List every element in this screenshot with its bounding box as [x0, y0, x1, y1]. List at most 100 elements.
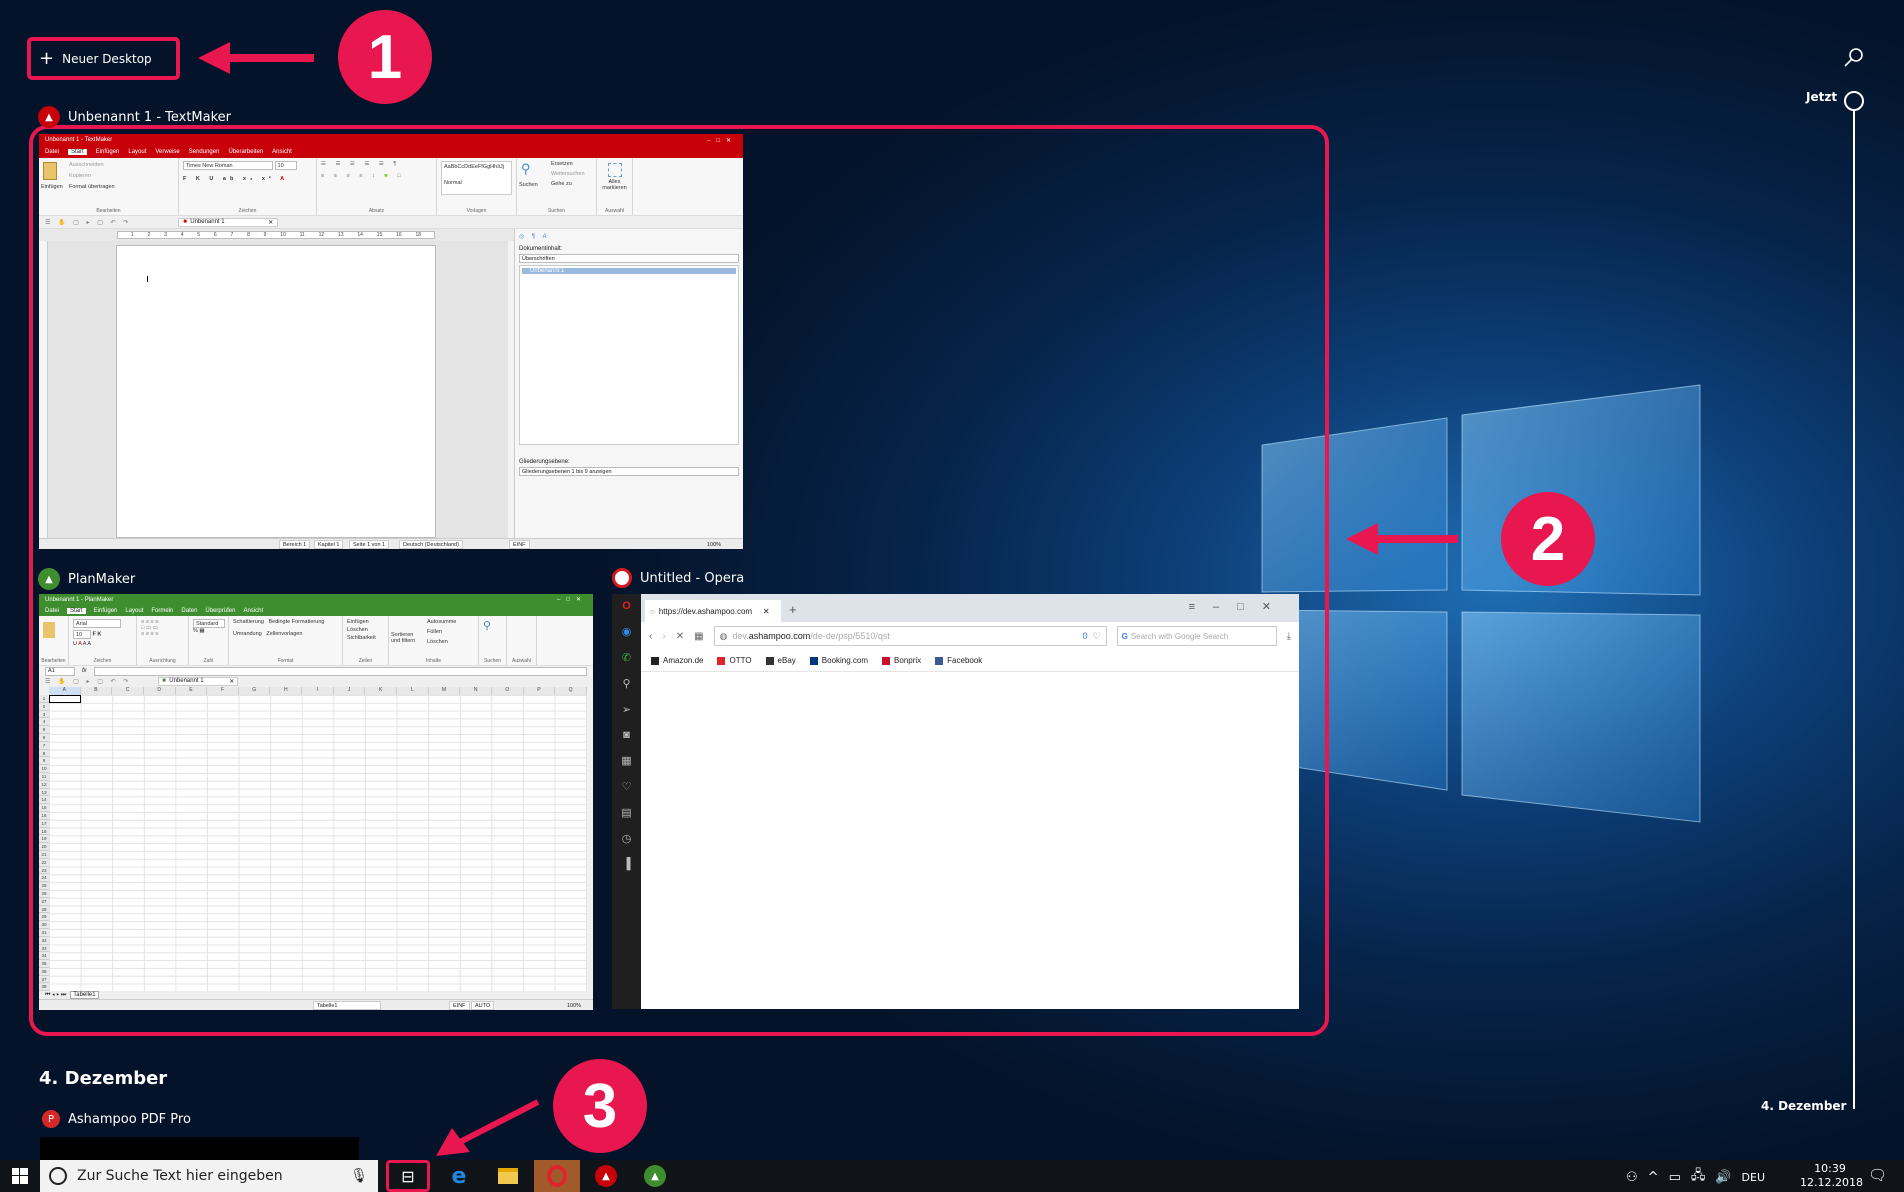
bookmark-item[interactable]: Facebook	[935, 656, 982, 665]
column-header[interactable]: F	[207, 687, 239, 695]
ribbon-tab[interactable]: Sendungen	[189, 149, 220, 155]
taskbar-search-box[interactable]: Zur Suche Text hier eingeben 🎙	[40, 1160, 378, 1192]
ruler[interactable]: 1 2 3 4 5 6 7 8 9 10 11 12 13 14 15 16 18	[117, 231, 435, 239]
column-header[interactable]: M	[429, 687, 461, 695]
column-header[interactable]: I	[302, 687, 334, 695]
heart-icon[interactable]: ♡	[622, 780, 632, 793]
column-header[interactable]: D	[144, 687, 176, 695]
edge-icon[interactable]: e	[439, 1160, 479, 1192]
row-header[interactable]: 21	[39, 851, 49, 859]
speed-dial-icon[interactable]: ▦	[621, 754, 631, 767]
row-header[interactable]: 12	[39, 781, 49, 789]
row-header[interactable]: 15	[39, 804, 49, 812]
whatsapp-icon[interactable]: ✆	[622, 651, 631, 664]
column-header[interactable]: Q	[555, 687, 587, 695]
document-tab[interactable]: ■ Unbenannt 1 ✕	[178, 217, 279, 227]
row-header[interactable]: 31	[39, 929, 49, 937]
history-item-ashampoo-pdf[interactable]: P Ashampoo PDF Pro	[42, 1110, 191, 1128]
bookmark-item[interactable]: Bonprix	[882, 656, 921, 665]
column-header[interactable]: B	[81, 687, 113, 695]
bookmark-item[interactable]: OTTO	[717, 656, 752, 665]
start-button[interactable]	[0, 1160, 40, 1192]
column-header[interactable]: P	[524, 687, 556, 695]
column-header[interactable]: A	[49, 687, 81, 695]
bookmark-item[interactable]: Booking.com	[809, 656, 868, 665]
browser-tab[interactable]: ○ https://dev.ashampoo.com ✕	[645, 600, 781, 622]
column-header[interactable]: N	[460, 687, 492, 695]
search-icon[interactable]: ⚲	[622, 677, 630, 690]
row-header[interactable]: 7	[39, 742, 49, 750]
row-header[interactable]: 11	[39, 773, 49, 781]
ribbon-tab[interactable]: Daten	[181, 608, 197, 614]
row-header[interactable]: 24	[39, 874, 49, 883]
document-tab[interactable]: ■ Unbenannt 1 ✕	[158, 677, 239, 686]
timeline-handle[interactable]	[1844, 91, 1864, 111]
row-header[interactable]: 32	[39, 937, 49, 945]
document-page[interactable]	[116, 245, 436, 538]
row-header[interactable]: 16	[39, 812, 49, 820]
timeline-scrollbar[interactable]	[1853, 111, 1855, 1109]
column-header[interactable]: O	[492, 687, 524, 695]
row-header[interactable]: 2	[39, 703, 49, 711]
new-tab-button[interactable]: +	[789, 602, 797, 617]
opera-logo-icon[interactable]: O	[622, 600, 631, 612]
opera-window-thumbnail[interactable]: O ◉ ✆ ⚲ ➢ ◙ ▦ ♡ ▤ ◷ ▐ ○ https://dev.ashampoo.com ✕ +…	[612, 594, 1299, 1009]
sheet-tab[interactable]: Tabelle1	[70, 991, 99, 999]
show-hidden-icons-chevron[interactable]: ^	[1648, 1170, 1659, 1185]
battery-icon[interactable]: ▭	[1669, 1170, 1681, 1185]
bookmark-item[interactable]: Amazon.de	[651, 656, 703, 665]
people-icon[interactable]: ⚇	[1626, 1170, 1638, 1185]
row-header[interactable]: 17	[39, 820, 49, 828]
ribbon-tab[interactable]: Start	[67, 607, 86, 614]
row-header[interactable]: 35	[39, 960, 49, 968]
ribbon-tab[interactable]: Ansicht	[272, 149, 292, 155]
row-header[interactable]: 22	[39, 859, 49, 867]
microphone-icon[interactable]: 🎙	[350, 1168, 368, 1184]
column-header[interactable]: E	[176, 687, 208, 695]
ribbon-tab[interactable]: Überprüfen	[205, 608, 235, 614]
opera-taskbar-button[interactable]	[534, 1160, 580, 1192]
window-controls[interactable]: –□✕	[557, 596, 587, 603]
history-icon[interactable]: ◷	[622, 832, 632, 845]
row-header[interactable]: 36	[39, 968, 49, 976]
ribbon-tab[interactable]: Datei	[45, 608, 59, 614]
row-header[interactable]: 33	[39, 945, 49, 953]
download-icon[interactable]: ⤓	[1287, 631, 1291, 642]
history-thumbnail[interactable]	[40, 1137, 359, 1160]
formula-input[interactable]	[93, 666, 587, 676]
bookmark-item[interactable]: eBay	[765, 656, 796, 665]
column-header[interactable]: L	[397, 687, 429, 695]
ribbon-tab[interactable]: Layout	[128, 149, 146, 155]
window-controls[interactable]: –□✕	[707, 137, 737, 144]
row-header[interactable]: 6	[39, 734, 49, 742]
new-desktop-button[interactable]: + Neuer Desktop	[27, 37, 180, 80]
search-icon[interactable]	[1842, 46, 1866, 70]
row-header[interactable]: 8	[39, 750, 49, 758]
row-header[interactable]: 4	[39, 718, 49, 727]
address-bar[interactable]: ◍ dev.ashampoo.com/de-de/psp/5510/qst 0 ♡	[713, 626, 1107, 646]
row-header[interactable]: 20	[39, 843, 49, 851]
row-header[interactable]: 27	[39, 898, 49, 906]
row-header[interactable]: 9	[39, 757, 49, 766]
messenger-icon[interactable]: ◉	[622, 625, 632, 638]
row-header[interactable]: 18	[39, 828, 49, 836]
planmaker-window-thumbnail[interactable]: Unbenannt 1 - PlanMaker –□✕ Datei Start Ein…	[39, 594, 593, 1010]
row-header[interactable]: 25	[39, 882, 49, 890]
row-header[interactable]: 5	[39, 726, 49, 734]
row-header[interactable]: 30	[39, 921, 49, 929]
back-icon[interactable]: ‹	[649, 631, 652, 642]
ribbon-tab[interactable]: Einfügen	[94, 608, 118, 614]
ribbon-tab[interactable]: Ansicht	[243, 608, 263, 614]
ribbon-tab[interactable]: Formeln	[151, 608, 173, 614]
column-header[interactable]: G	[239, 687, 271, 695]
ribbon-tab[interactable]: Verweise	[155, 149, 179, 155]
column-header[interactable]: J	[334, 687, 366, 695]
search-box[interactable]: G Search with Google Search	[1116, 626, 1277, 646]
task-view-button[interactable]: ⊟	[386, 1160, 430, 1192]
row-header[interactable]: 37	[39, 976, 49, 984]
column-header[interactable]: H	[270, 687, 303, 695]
ribbon-tab[interactable]: Layout	[125, 608, 143, 614]
sidebar-toggle-icon[interactable]: ▐	[623, 858, 631, 870]
stop-icon[interactable]: ✕	[676, 631, 684, 642]
row-header[interactable]: 26	[39, 890, 49, 898]
